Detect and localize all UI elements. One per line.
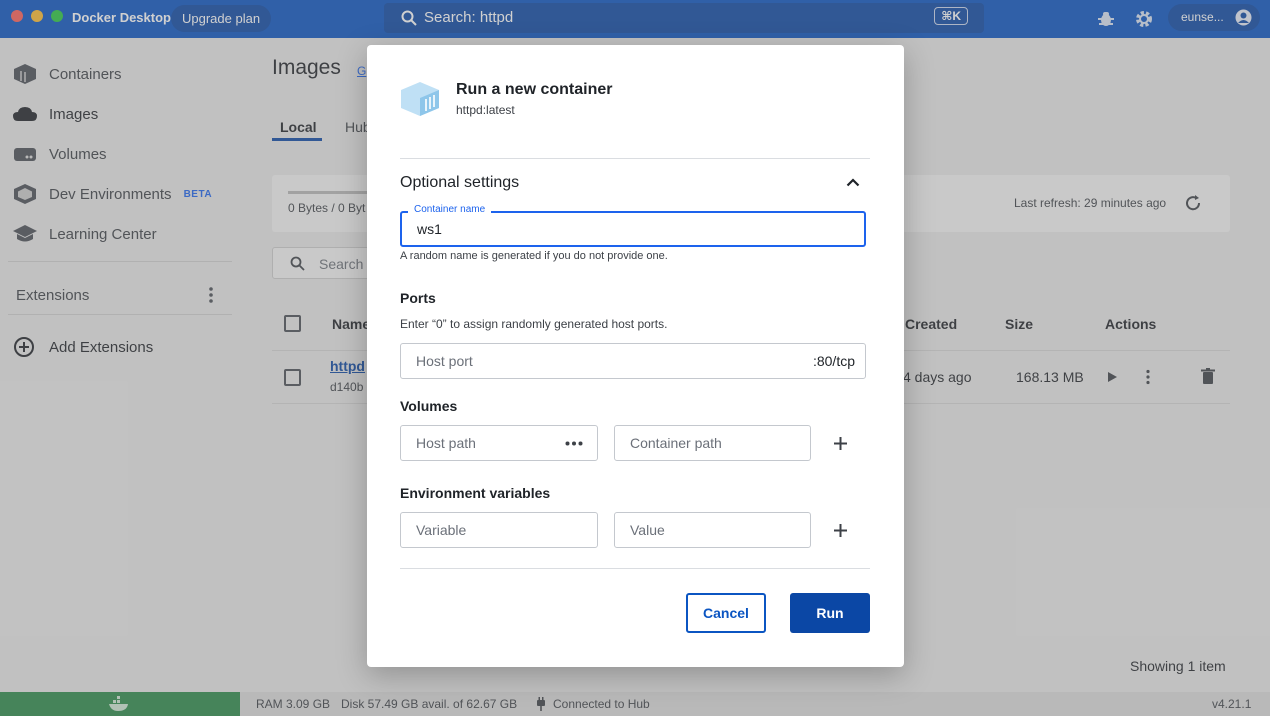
- env-variable-placeholder: Variable: [416, 522, 467, 538]
- dialog-divider: [400, 158, 870, 159]
- ports-help: Enter “0” to assign randomly generated h…: [400, 317, 668, 331]
- host-port-placeholder: Host port: [416, 353, 473, 369]
- host-path-placeholder: Host path: [416, 435, 476, 451]
- run-button[interactable]: Run: [790, 593, 870, 633]
- dialog-divider: [400, 568, 870, 569]
- ports-heading: Ports: [400, 290, 436, 306]
- container-port-suffix: :80/tcp: [812, 353, 855, 369]
- run-container-dialog: Run a new container httpd:latest Optiona…: [367, 45, 904, 667]
- dialog-subtitle: httpd:latest: [456, 103, 515, 117]
- add-volume-icon[interactable]: [833, 436, 848, 451]
- env-value-input[interactable]: Value: [614, 512, 811, 548]
- container-path-input[interactable]: Container path: [614, 425, 811, 461]
- host-port-input[interactable]: Host port :80/tcp: [400, 343, 866, 379]
- chevron-up-icon[interactable]: [846, 177, 860, 187]
- env-value-placeholder: Value: [630, 522, 665, 538]
- container-path-placeholder: Container path: [630, 435, 722, 451]
- container-name-label: Container name: [408, 204, 492, 215]
- add-env-var-icon[interactable]: [833, 523, 848, 538]
- cancel-button[interactable]: Cancel: [686, 593, 766, 633]
- container-name-help: A random name is generated if you do not…: [400, 250, 668, 262]
- container-name-field[interactable]: ws1: [400, 211, 866, 247]
- container-image-icon: [401, 82, 439, 116]
- container-name-value: ws1: [417, 221, 442, 237]
- env-variable-input[interactable]: Variable: [400, 512, 598, 548]
- host-path-input[interactable]: Host path: [400, 425, 598, 461]
- browse-more-icon[interactable]: [565, 441, 583, 446]
- env-vars-heading: Environment variables: [400, 485, 551, 501]
- optional-settings-heading: Optional settings: [400, 174, 520, 191]
- dialog-title: Run a new container: [456, 81, 613, 98]
- volumes-heading: Volumes: [400, 398, 458, 414]
